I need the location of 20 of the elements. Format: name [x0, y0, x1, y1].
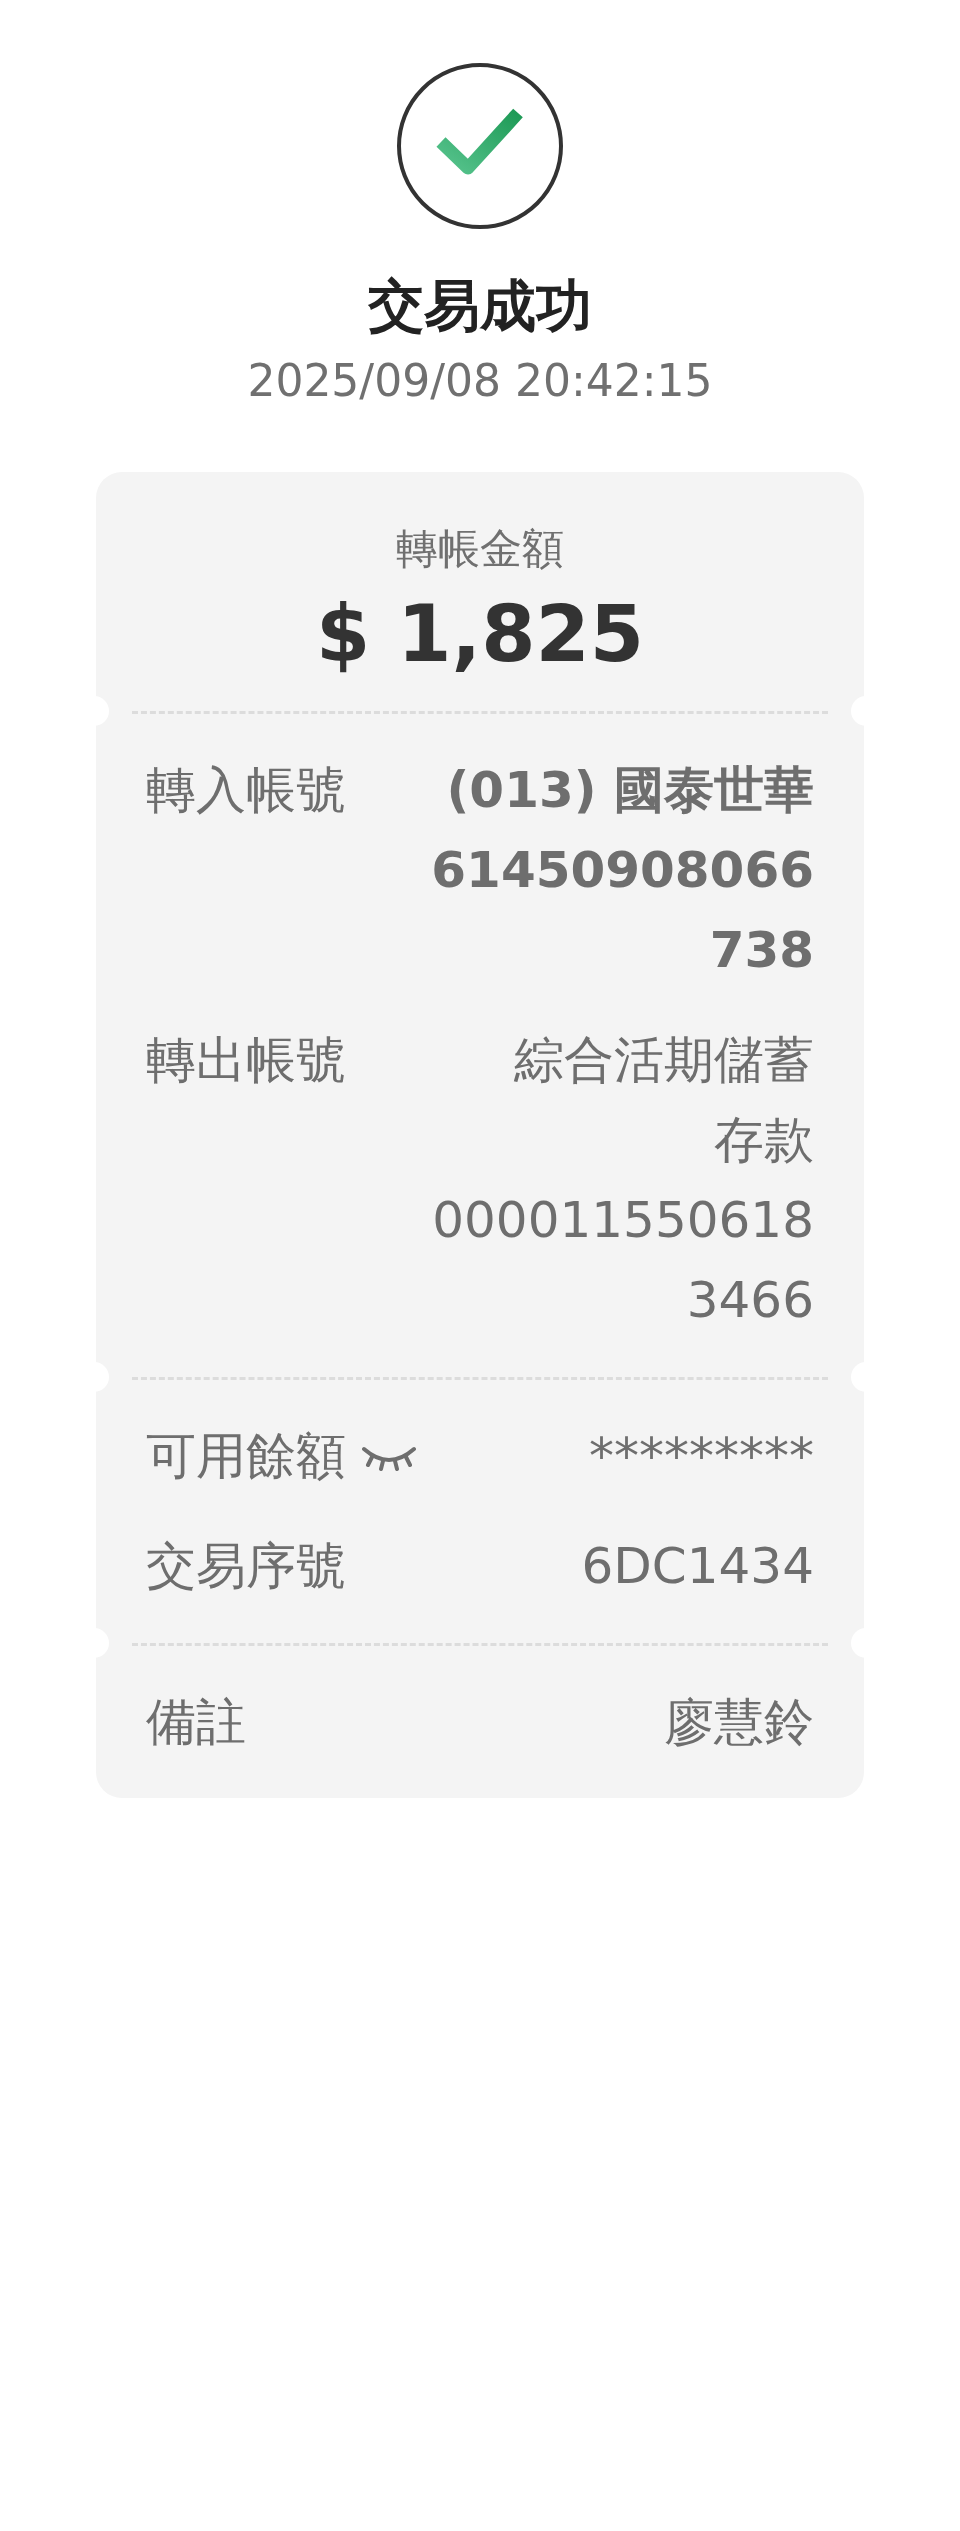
field-value: 738 [709, 919, 814, 981]
field-value: 廖慧鈴 [664, 1691, 814, 1753]
field-value: ********* [589, 1425, 814, 1487]
field-value: (013) 國泰世華 [446, 759, 814, 821]
field-value: 61450908066 [431, 839, 814, 901]
field-label: 可用餘額 [146, 1425, 346, 1487]
field-label: 轉出帳號 [146, 1029, 346, 1091]
field-value: 存款 [714, 1109, 814, 1171]
field-label: 交易序號 [146, 1535, 346, 1597]
field-value: 6DC1434 [581, 1535, 814, 1597]
amount-label: 轉帳金額 [396, 523, 564, 574]
status-title: 交易成功 [368, 272, 592, 340]
field-value: 3466 [686, 1269, 814, 1331]
field-value: 綜合活期儲蓄 [514, 1029, 814, 1091]
field-label: 備註 [146, 1691, 246, 1753]
field-value: 000011550618 [432, 1189, 814, 1251]
amount-value: $ 1,825 [315, 588, 645, 681]
field-label: 轉入帳號 [146, 759, 346, 821]
success-check-icon [396, 62, 564, 230]
transaction-datetime: 2025/09/08 20:42:15 [247, 354, 713, 408]
